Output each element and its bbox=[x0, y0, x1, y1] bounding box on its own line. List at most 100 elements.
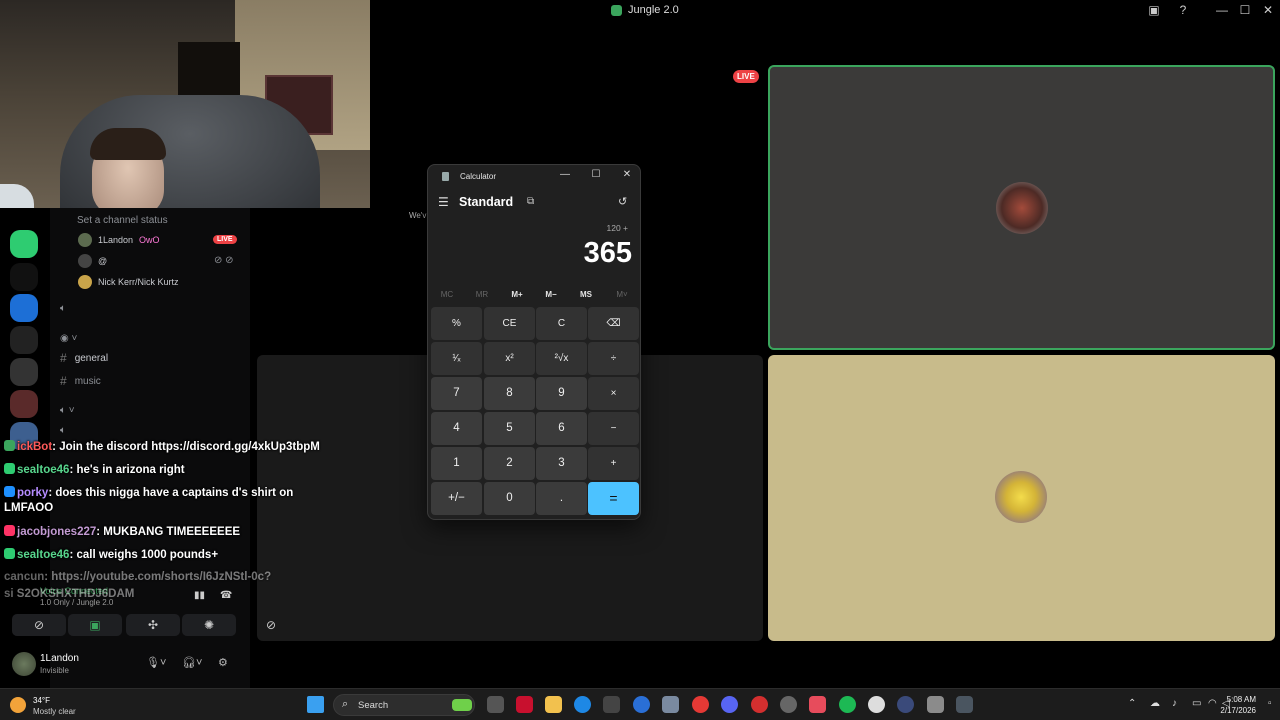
key-decimal[interactable]: . bbox=[536, 482, 587, 515]
key-7[interactable]: 7 bbox=[431, 377, 482, 410]
key-subtract[interactable]: − bbox=[588, 412, 639, 445]
key-1[interactable]: 1 bbox=[431, 447, 482, 480]
calc-close-button[interactable]: ✕ bbox=[620, 169, 634, 180]
voice-user[interactable]: 1Landon OwO bbox=[78, 233, 160, 247]
key-reciprocal[interactable]: ¹⁄ₓ bbox=[431, 342, 482, 375]
key-0[interactable]: 0 bbox=[484, 482, 535, 515]
channel-music[interactable]: # music bbox=[60, 374, 101, 388]
github-icon[interactable] bbox=[780, 696, 797, 713]
disconnect-icon[interactable]: ☎ bbox=[220, 590, 232, 601]
history-icon[interactable]: ↺ bbox=[618, 195, 627, 208]
maximize-button[interactable]: ☐ bbox=[1237, 3, 1253, 17]
headphones-icon[interactable]: 🎧︎˅ bbox=[182, 656, 202, 669]
speaker-icon[interactable]: 🔈︎ ˅ bbox=[60, 405, 75, 416]
key-equals[interactable]: = bbox=[588, 482, 639, 515]
spotify-icon[interactable] bbox=[839, 696, 856, 713]
memory-store-button[interactable]: MS bbox=[569, 290, 603, 299]
voice-user[interactable]: @ bbox=[78, 254, 107, 268]
screen-share-button[interactable]: ▣ bbox=[68, 614, 122, 636]
signal-icon[interactable]: ▮▮ bbox=[194, 590, 205, 601]
file-explorer-icon[interactable] bbox=[545, 696, 562, 713]
speaker-icon[interactable]: 🔈︎ bbox=[60, 303, 66, 314]
discord-icon[interactable] bbox=[721, 696, 738, 713]
user-status: Invisible bbox=[40, 666, 69, 675]
hamburger-menu-icon[interactable]: ☰ bbox=[438, 195, 449, 209]
start-icon[interactable] bbox=[307, 696, 324, 713]
key-3[interactable]: 3 bbox=[536, 447, 587, 480]
key-4[interactable]: 4 bbox=[431, 412, 482, 445]
app-icon[interactable] bbox=[897, 696, 914, 713]
key-add[interactable]: + bbox=[588, 447, 639, 480]
server-icon[interactable] bbox=[10, 263, 38, 291]
minimize-button[interactable]: — bbox=[1214, 3, 1230, 17]
task-view-icon[interactable] bbox=[487, 696, 504, 713]
activities-button[interactable]: ✣ bbox=[126, 614, 180, 636]
category-icon[interactable]: ◉ ˅ bbox=[60, 333, 77, 344]
memory-list-button[interactable]: M˅ bbox=[605, 290, 639, 299]
key-percent[interactable]: % bbox=[431, 307, 482, 340]
channel-general[interactable]: # general bbox=[60, 351, 108, 365]
key-square[interactable]: x² bbox=[484, 342, 535, 375]
inbox-icon[interactable]: ▣ bbox=[1146, 3, 1162, 17]
memory-subtract-button[interactable]: M− bbox=[534, 290, 568, 299]
video-off-button[interactable]: ⊘ bbox=[12, 614, 66, 636]
key-9[interactable]: 9 bbox=[536, 377, 587, 410]
server-icon[interactable] bbox=[10, 358, 38, 386]
soundboard-button[interactable]: ✺ bbox=[182, 614, 236, 636]
close-button[interactable]: ✕ bbox=[1260, 3, 1276, 17]
memory-add-button[interactable]: M+ bbox=[500, 290, 534, 299]
avatar bbox=[78, 254, 92, 268]
settings-gear-icon[interactable]: ⚙ bbox=[218, 656, 228, 669]
channel-status-prompt[interactable]: Set a channel status bbox=[77, 215, 168, 226]
clock[interactable]: 5:08 AM 2/17/2026 bbox=[1220, 694, 1256, 716]
speaker-icon[interactable]: 🔈︎ bbox=[60, 425, 66, 436]
tray-icon[interactable]: ☁ bbox=[1150, 698, 1160, 709]
store-icon[interactable] bbox=[603, 696, 620, 713]
stream-tile-1[interactable] bbox=[768, 65, 1275, 350]
hide-icon[interactable]: ⊘ bbox=[266, 618, 276, 632]
key-5[interactable]: 5 bbox=[484, 412, 535, 445]
microphone-icon[interactable]: 🎙︎˅ bbox=[146, 656, 166, 669]
memory-recall-button[interactable]: MR bbox=[465, 290, 499, 299]
recorder-icon[interactable] bbox=[751, 696, 768, 713]
key-negate[interactable]: +/− bbox=[431, 482, 482, 515]
server-icon[interactable] bbox=[10, 230, 38, 258]
voice-user-name: Nick Kerr/Nick Kurtz bbox=[98, 277, 179, 287]
app-icon[interactable] bbox=[809, 696, 826, 713]
wifi-icon[interactable]: ◠ bbox=[1208, 698, 1217, 709]
help-icon[interactable]: ? bbox=[1175, 3, 1191, 17]
monitor-icon[interactable]: ▭ bbox=[1192, 698, 1201, 709]
key-multiply[interactable]: × bbox=[588, 377, 639, 410]
key-8[interactable]: 8 bbox=[484, 377, 535, 410]
stream-tile-2[interactable] bbox=[768, 355, 1275, 641]
calc-minimize-button[interactable]: — bbox=[558, 169, 572, 180]
keep-on-top-icon[interactable]: ⧉ bbox=[527, 196, 534, 207]
amd-icon[interactable] bbox=[516, 696, 533, 713]
key-clear-entry[interactable]: CE bbox=[484, 307, 535, 340]
microphone-icon[interactable]: ♪ bbox=[1172, 698, 1177, 709]
calculator-taskbar-icon[interactable] bbox=[956, 696, 973, 713]
key-6[interactable]: 6 bbox=[536, 412, 587, 445]
key-square-root[interactable]: ²√x bbox=[536, 342, 587, 375]
server-icon[interactable] bbox=[10, 294, 38, 322]
obs-icon[interactable] bbox=[868, 696, 885, 713]
backspace-icon[interactable]: ⌫ bbox=[588, 307, 639, 340]
server-icon[interactable] bbox=[10, 326, 38, 354]
chevron-up-icon[interactable]: ⌃ bbox=[1128, 698, 1136, 709]
settings-icon[interactable] bbox=[662, 696, 679, 713]
chrome-icon[interactable] bbox=[692, 696, 709, 713]
avatar[interactable] bbox=[12, 652, 36, 676]
server-icon[interactable] bbox=[10, 390, 38, 418]
key-2[interactable]: 2 bbox=[484, 447, 535, 480]
edge-icon[interactable] bbox=[574, 696, 591, 713]
app-icon[interactable] bbox=[633, 696, 650, 713]
key-divide[interactable]: ÷ bbox=[588, 342, 639, 375]
calc-maximize-button[interactable]: ☐ bbox=[589, 169, 603, 180]
weather-temp: 34°F bbox=[33, 696, 50, 705]
memory-clear-button[interactable]: MC bbox=[430, 290, 464, 299]
window-title: Jungle 2.0 bbox=[611, 4, 679, 16]
key-clear[interactable]: C bbox=[536, 307, 587, 340]
app-icon[interactable] bbox=[927, 696, 944, 713]
notification-icon[interactable]: ▫ bbox=[1268, 698, 1272, 709]
voice-user[interactable]: Nick Kerr/Nick Kurtz bbox=[78, 275, 179, 289]
